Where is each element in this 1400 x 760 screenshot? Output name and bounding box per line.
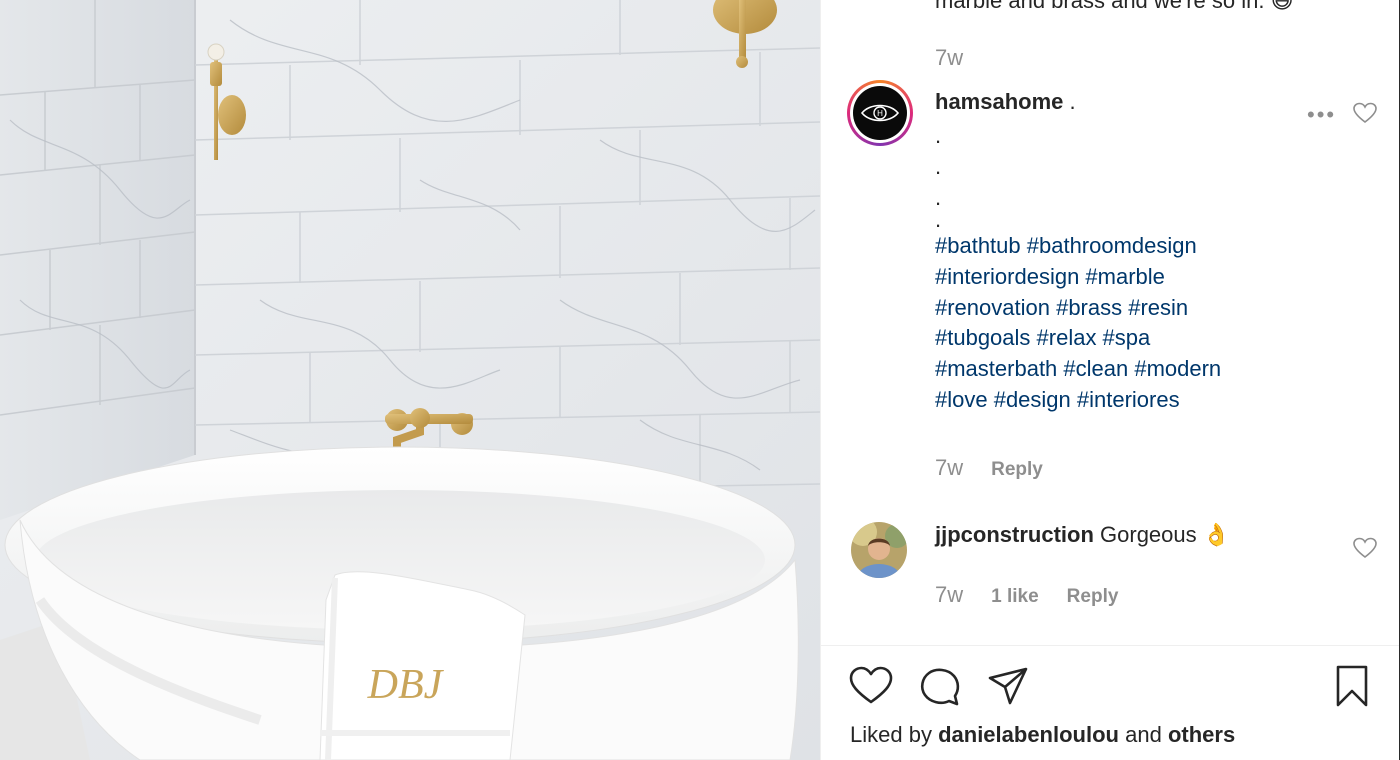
caption-dot: . <box>935 207 942 232</box>
comment-jjpconstruction: jjpconstruction Gorgeous 👌 <box>935 522 1230 548</box>
comment-text: . <box>1069 89 1076 114</box>
caption-dot: . <box>935 123 942 148</box>
liked-by-line: Liked by danielabenloulou and others <box>850 722 1235 748</box>
hashtag-line[interactable]: #bathtub #bathroomdesign <box>935 231 1295 262</box>
profile-photo <box>851 522 907 578</box>
ok-hand-emoji: 👌 <box>1202 522 1231 547</box>
hashtag-line[interactable]: #love #design #interiores <box>935 385 1295 416</box>
previous-caption: marble and brass and we're so in. 😄 <box>935 0 1294 14</box>
reply-button[interactable]: Reply <box>1067 586 1119 608</box>
comment-meta-hamsahome: 7w Reply <box>935 455 1043 481</box>
post-photo[interactable]: DBJ <box>0 0 820 760</box>
comment-meta-jjpconstruction: 7w 1 like Reply <box>935 582 1118 608</box>
svg-text:DBJ: DBJ <box>367 662 445 708</box>
more-horizontal-icon[interactable]: ••• <box>1307 102 1336 128</box>
caption-dot: . <box>935 154 942 179</box>
heart-outline-icon[interactable] <box>849 666 893 706</box>
comment-icon[interactable] <box>919 666 961 708</box>
heart-outline-icon[interactable] <box>1353 537 1377 559</box>
comment-username[interactable]: hamsahome <box>935 89 1063 114</box>
towel-monogram: DBJ <box>367 662 445 708</box>
comment-time[interactable]: 7w <box>935 582 963 608</box>
avatar-jjpconstruction[interactable] <box>851 522 907 578</box>
hashtag-line[interactable]: #interiordesign #marble <box>935 262 1295 293</box>
svg-text:H: H <box>877 109 883 118</box>
liked-by-others[interactable]: others <box>1168 722 1235 747</box>
comments-panel: marble and brass and we're so in. 😄 7w H… <box>820 0 1400 760</box>
bathtub-photo: DBJ <box>0 0 820 760</box>
comment-time[interactable]: 7w <box>935 455 963 481</box>
caption-dot: . <box>935 185 942 210</box>
grin-emoji: 😄 <box>1270 0 1294 13</box>
bookmark-icon[interactable] <box>1335 664 1369 708</box>
previous-caption-text: marble and brass and we're so in. <box>935 0 1265 13</box>
hashtag-line[interactable]: #renovation #brass #resin <box>935 293 1295 324</box>
likes-count-button[interactable]: 1 like <box>991 586 1039 608</box>
eye-logo-icon: H <box>860 104 900 122</box>
avatar-hamsahome[interactable]: H <box>847 80 913 146</box>
comment-username[interactable]: jjpconstruction <box>935 522 1094 547</box>
hashtag-block: #bathtub #bathroomdesign #interiordesign… <box>935 231 1295 416</box>
comment-hamsahome: hamsahome . . . . . #bathtub #bathroomde… <box>935 88 1295 416</box>
comment-text: Gorgeous <box>1100 522 1197 547</box>
liked-by-and: and <box>1125 722 1162 747</box>
hashtag-line[interactable]: #masterbath #clean #modern <box>935 354 1295 385</box>
divider <box>821 645 1400 646</box>
liked-by-user[interactable]: danielabenloulou <box>938 722 1119 747</box>
reply-button[interactable]: Reply <box>991 459 1043 481</box>
liked-by-prefix: Liked by <box>850 722 932 747</box>
hashtag-line[interactable]: #tubgoals #relax #spa <box>935 323 1295 354</box>
heart-outline-icon[interactable] <box>1353 102 1377 124</box>
previous-caption-time[interactable]: 7w <box>935 45 963 71</box>
share-icon[interactable] <box>987 666 1029 706</box>
